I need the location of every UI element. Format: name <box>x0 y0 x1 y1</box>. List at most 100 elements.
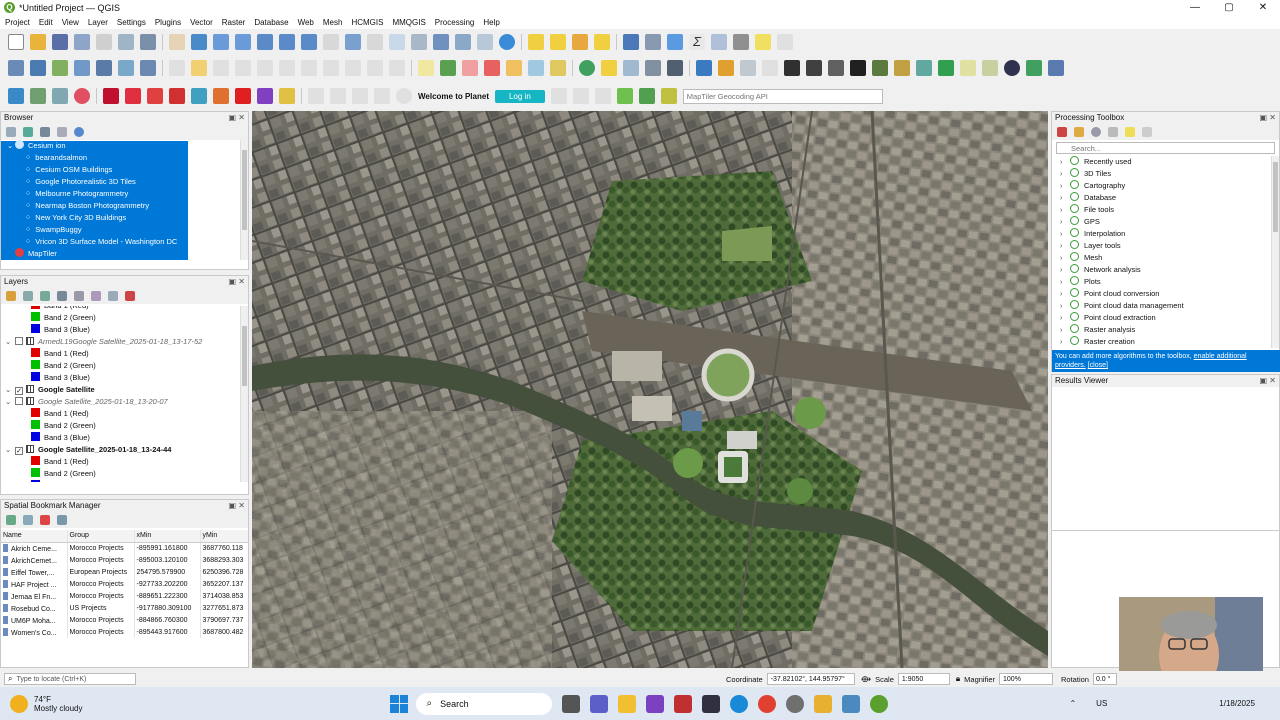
field-calculator-icon[interactable] <box>711 34 727 50</box>
zoom-bookmark-icon[interactable] <box>6 515 16 525</box>
menu-plugins[interactable]: Plugins <box>155 18 181 27</box>
close-button[interactable]: ✕ <box>1246 2 1280 13</box>
deselect-icon[interactable] <box>572 34 588 50</box>
toolbox-provider-item[interactable]: › Database <box>1052 192 1279 204</box>
digitize-icon[interactable] <box>30 88 46 104</box>
expand-arrow-icon[interactable]: › <box>1060 276 1070 288</box>
label-pin-icon[interactable] <box>462 60 478 76</box>
browser-maptiler-item[interactable]: MapTiler <box>1 248 248 260</box>
layer-band-item[interactable]: Band 2 (Green) <box>1 312 248 324</box>
triangle-icon[interactable] <box>601 60 617 76</box>
purple-bars-icon[interactable] <box>257 88 273 104</box>
qms-icon[interactable] <box>52 88 68 104</box>
label-abc-icon[interactable] <box>418 60 434 76</box>
menu-raster[interactable]: Raster <box>222 18 246 27</box>
processing-gear-icon[interactable] <box>667 34 683 50</box>
add-vector-icon[interactable] <box>52 60 68 76</box>
layer-item[interactable]: ⌄ ✓ Google Satellite_2025-01-18_13-24-44 <box>1 444 248 456</box>
layer-band-item[interactable]: Band 3 (Blue) <box>1 432 248 444</box>
keyboard-language[interactable]: US <box>1096 699 1107 708</box>
expand-chevron-icon[interactable]: ⌄ <box>5 384 15 396</box>
rotation-field[interactable]: 0.0 ° <box>1092 673 1117 685</box>
taskbar-date[interactable]: 1/18/2025 <box>1219 699 1255 708</box>
layer-item[interactable]: ⌄ ArmedL19Google Satellite_2025-01-18_13-… <box>1 336 248 348</box>
toolbox-provider-item[interactable]: › Point cloud extraction <box>1052 312 1279 324</box>
menu-mmqgis[interactable]: MMQGIS <box>392 18 425 27</box>
save-project-icon[interactable] <box>52 34 68 50</box>
close-icon[interactable]: ▣ ✕ <box>229 276 245 288</box>
add-csv-icon[interactable] <box>118 60 134 76</box>
label-highlight-icon[interactable] <box>484 60 500 76</box>
data-source-manager-icon[interactable] <box>8 60 24 76</box>
toolbox-provider-item[interactable]: › Cartography <box>1052 180 1279 192</box>
locator-bar[interactable]: ⌕ Type to locate (Ctrl+K) <box>4 673 136 685</box>
zoom-native-icon[interactable] <box>323 34 339 50</box>
layer-visibility-checkbox[interactable] <box>15 337 23 345</box>
hcmgis-triangle-icon[interactable] <box>960 60 976 76</box>
snipping-tool-icon[interactable] <box>674 694 693 713</box>
teams-icon[interactable] <box>590 694 609 713</box>
print-layout-icon[interactable] <box>96 34 112 50</box>
red-square-icon[interactable] <box>235 88 251 104</box>
windows-start-icon[interactable] <box>390 694 409 713</box>
column-xmin[interactable]: xMin <box>134 530 201 543</box>
red-arrow-icon[interactable] <box>169 88 185 104</box>
toolbox-provider-item[interactable]: › Recently used <box>1052 156 1279 168</box>
browser-root-item[interactable]: ⌄ Cesium ion <box>1 140 248 152</box>
map-tips-icon[interactable] <box>755 34 771 50</box>
red-tool-icon[interactable] <box>147 88 163 104</box>
add-spatialite-icon[interactable] <box>140 60 156 76</box>
tools-icon[interactable] <box>806 60 822 76</box>
toolbox-provider-item[interactable]: › Plots <box>1052 276 1279 288</box>
magnifier-field[interactable]: 100% <box>999 673 1054 685</box>
copilot-icon[interactable] <box>646 694 665 713</box>
magnifier-search-icon[interactable] <box>784 60 800 76</box>
layer-band-item[interactable]: Band 1 (Red) <box>1 456 248 468</box>
options-icon[interactable] <box>1142 127 1152 137</box>
earth-icon[interactable] <box>1004 60 1020 76</box>
layer-band-item[interactable]: Band 1 (Red) <box>1 348 248 360</box>
network-icon[interactable] <box>667 60 683 76</box>
expression-filter-icon[interactable] <box>74 291 84 301</box>
browser-item[interactable]: ⁘ Vricon 3D Surface Model - Washington DC <box>1 236 248 248</box>
colored-icon[interactable] <box>279 88 295 104</box>
layer-visibility-checkbox[interactable] <box>15 397 23 405</box>
chrome-icon[interactable] <box>758 694 777 713</box>
layer-band-item[interactable]: Band 2 (Green) <box>1 420 248 432</box>
delete-selected-icon[interactable] <box>279 60 295 76</box>
menu-web[interactable]: Web <box>298 18 314 27</box>
dem-icon[interactable] <box>850 60 866 76</box>
collapse-all-icon[interactable] <box>108 291 118 301</box>
redo-icon[interactable] <box>389 60 405 76</box>
red-shape-icon[interactable] <box>125 88 141 104</box>
menu-settings[interactable]: Settings <box>117 18 146 27</box>
layer-visibility-checkbox[interactable]: ✓ <box>15 447 23 455</box>
browser-item[interactable]: ⁘ Google Photorealistic 3D Tiles <box>1 176 248 188</box>
menu-vector[interactable]: Vector <box>190 18 213 27</box>
minimize-button[interactable]: — <box>1178 2 1212 13</box>
pin-disabled-icon[interactable] <box>352 88 368 104</box>
copy-features-icon[interactable] <box>323 60 339 76</box>
layer-band-item[interactable]: Band 3 (Blue) <box>1 372 248 384</box>
menu-database[interactable]: Database <box>254 18 288 27</box>
route-icon[interactable] <box>8 88 24 104</box>
blue-cluster-icon[interactable] <box>191 88 207 104</box>
bookmark-icon[interactable] <box>433 34 449 50</box>
find-layer-icon[interactable] <box>623 60 639 76</box>
layer-band-item[interactable]: Band 3 (Blue) <box>1 324 248 336</box>
bookmark-row[interactable]: Rosebud Co... US Projects -9177880.309100 3… <box>1 602 248 614</box>
identify-icon[interactable] <box>623 34 639 50</box>
pan-to-selection-icon[interactable] <box>191 34 207 50</box>
mmqgis-icon[interactable] <box>982 60 998 76</box>
expand-arrow-icon[interactable]: › <box>1060 204 1070 216</box>
toolbox-provider-item[interactable]: › Raster creation <box>1052 336 1279 348</box>
pan-disabled-icon[interactable] <box>374 88 390 104</box>
tray-chevron-icon[interactable]: ⌃ <box>1069 699 1076 708</box>
excel-icon[interactable] <box>938 60 954 76</box>
layer-item[interactable]: ⌄ ✓ Google Satellite <box>1 384 248 396</box>
menu-help[interactable]: Help <box>483 18 499 27</box>
layer-band-item[interactable]: Band 2 (Green) <box>1 468 248 480</box>
statistics-sigma-icon[interactable]: Σ <box>689 34 705 50</box>
toolbox-provider-item[interactable]: › File tools <box>1052 204 1279 216</box>
georeferencer-icon[interactable] <box>894 60 910 76</box>
